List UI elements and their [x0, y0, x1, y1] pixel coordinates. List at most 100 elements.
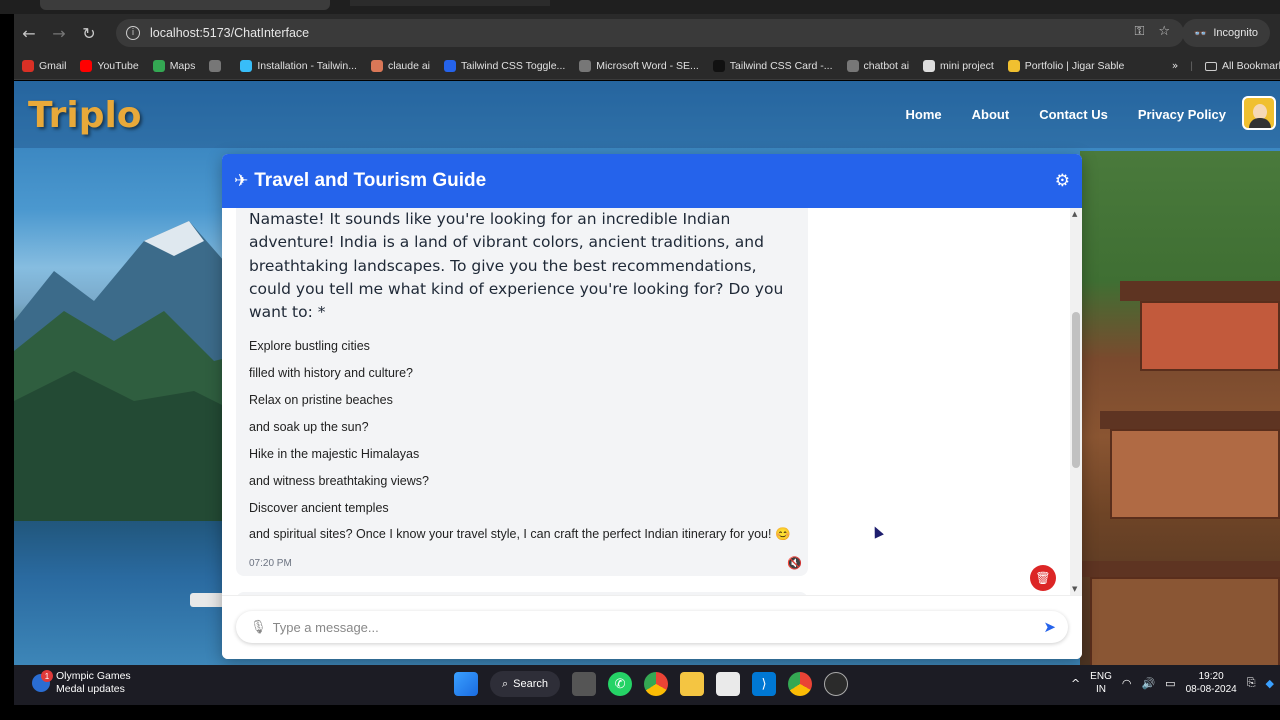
reload-icon[interactable]: ↻ — [74, 18, 104, 48]
chat-title: Travel and Tourism Guide — [254, 170, 487, 191]
volume-icon[interactable]: 🔊 — [1141, 677, 1155, 690]
background-tab[interactable] — [350, 0, 550, 6]
chat-scrollbar[interactable]: ▲ ▼ — [1070, 208, 1082, 595]
widgets-button[interactable]: 1 Olympic Games Medal updates — [32, 670, 131, 696]
message-line: and witness breathtaking views? — [249, 474, 429, 489]
microphone-icon[interactable]: 🎙 — [250, 620, 267, 635]
bookmark-item[interactable]: mini project — [923, 59, 994, 72]
bookmarks-bar: Gmail YouTube Maps Installation - Tailwin..… — [14, 52, 1280, 80]
mountain-scenery — [14, 221, 254, 521]
clock-time: 19:20 — [1198, 671, 1224, 682]
forward-icon[interactable]: → — [44, 18, 74, 48]
browser-toolbar: ← → ↻ i localhost:5173/ChatInterface ⚿ ☆… — [14, 14, 1280, 52]
tab-strip — [0, 0, 1280, 14]
page-icon — [923, 59, 936, 72]
url-text[interactable]: localhost:5173/ChatInterface — [150, 26, 309, 40]
nav-home[interactable]: Home — [906, 107, 942, 122]
youtube-icon — [80, 59, 93, 72]
portfolio-icon — [1007, 59, 1020, 72]
site-navbar: Triplo Home About Contact Us Privacy Pol… — [14, 81, 1280, 148]
bookmark-label: mini project — [940, 59, 994, 72]
address-bar[interactable]: i localhost:5173/ChatInterface ⚿ ☆ — [116, 19, 1184, 47]
star-icon[interactable]: ☆ — [1158, 24, 1170, 39]
chevron-up-icon[interactable]: ^ — [1071, 677, 1080, 690]
notifications-icon[interactable]: ⎘ — [1247, 676, 1256, 690]
bookmark-item[interactable]: Portfolio | Jigar Sable — [1007, 59, 1124, 72]
screen-bottom-edge — [0, 705, 1280, 720]
tailwind-icon — [240, 59, 253, 72]
folder-icon — [1205, 61, 1217, 71]
globe-icon — [209, 59, 222, 72]
claude-icon — [370, 59, 383, 72]
bookmark-label: Installation - Tailwin... — [257, 59, 357, 72]
scroll-down-icon[interactable]: ▼ — [1072, 585, 1077, 593]
bookmark-item[interactable]: YouTube — [80, 59, 139, 72]
bookmark-item[interactable]: Gmail — [22, 59, 66, 72]
incognito-indicator[interactable]: 👓 Incognito — [1181, 19, 1270, 47]
bookmark-label: chatbot ai — [863, 59, 910, 72]
message-line: and soak up the sun? — [249, 420, 369, 435]
bot-message: Namaste! It sounds like you're looking f… — [236, 208, 808, 576]
bookmark-item[interactable]: Tailwind CSS Card -... — [712, 59, 833, 72]
bookmark-item[interactable]: Tailwind CSS Toggle... — [444, 59, 566, 72]
nav-contact-us[interactable]: Contact Us — [1039, 107, 1108, 122]
clock-date: 08-08-2024 — [1185, 684, 1237, 695]
battery-icon[interactable]: ▭ — [1165, 677, 1175, 690]
scroll-up-icon[interactable]: ▲ — [1072, 210, 1077, 218]
bookmark-item[interactable]: claude ai — [370, 59, 431, 72]
clock[interactable]: 19:20 08-08-2024 — [1186, 670, 1237, 696]
olympics-icon: 1 — [32, 670, 53, 692]
trash-icon: 🗑 — [1035, 571, 1051, 585]
message-input-box: 🎙 ➤ — [236, 611, 1068, 643]
github-icon[interactable] — [824, 672, 849, 696]
widget-subtitle: Medal updates — [56, 683, 125, 695]
task-view-icon[interactable] — [572, 672, 597, 696]
windows-start-icon[interactable] — [454, 672, 478, 696]
bookmarks-overflow-icon[interactable]: » — [1172, 60, 1178, 72]
maps-icon — [152, 59, 165, 72]
bookmark-item[interactable]: Installation - Tailwin... — [240, 59, 357, 72]
chrome-incognito-icon[interactable] — [788, 672, 813, 696]
site-info-icon[interactable]: i — [126, 26, 140, 40]
bookmark-item[interactable]: Maps — [152, 59, 195, 72]
message-line: Explore bustling cities — [249, 339, 370, 354]
store-icon[interactable] — [716, 672, 741, 696]
send-icon[interactable]: ➤ — [1043, 618, 1056, 636]
bookmark-label: Microsoft Word - SE... — [596, 59, 699, 72]
taskbar-apps: ⌕ Search ✆ ⟩ — [454, 671, 849, 697]
whatsapp-icon[interactable]: ✆ — [608, 672, 633, 696]
nav-about[interactable]: About — [972, 107, 1010, 122]
chrome-icon[interactable] — [644, 672, 669, 696]
gear-icon[interactable]: ⚙ — [1055, 171, 1070, 191]
vscode-icon[interactable]: ⟩ — [752, 672, 777, 696]
taskbar-search[interactable]: ⌕ Search — [490, 671, 561, 697]
scrollbar-thumb[interactable] — [1072, 312, 1080, 468]
site-logo[interactable]: Triplo — [28, 95, 142, 136]
bookmark-item[interactable]: chatbot ai — [846, 59, 910, 72]
wifi-icon[interactable]: ◠ — [1122, 677, 1132, 690]
key-icon[interactable]: ⚿ — [1134, 24, 1144, 39]
file-explorer-icon[interactable] — [680, 672, 705, 696]
message-input[interactable] — [272, 619, 1013, 635]
chat-header: ✈ Travel and Tourism Guide ⚙ — [222, 154, 1082, 208]
widget-title: Olympic Games — [56, 670, 131, 682]
bookmark-label: Tailwind CSS Toggle... — [461, 59, 566, 72]
bookmark-label: claude ai — [387, 59, 431, 72]
delete-chat-button[interactable]: 🗑 — [1030, 565, 1056, 591]
village-scenery — [1080, 151, 1280, 665]
m-icon — [712, 59, 725, 72]
nav-privacy-policy[interactable]: Privacy Policy — [1138, 107, 1226, 122]
copilot-icon[interactable]: ◆ — [1266, 677, 1274, 690]
bookmark-item[interactable] — [209, 59, 226, 72]
all-bookmarks[interactable]: All Bookmarks — [1205, 60, 1280, 72]
bookmark-item[interactable]: Microsoft Word - SE... — [579, 59, 699, 72]
back-icon[interactable]: ← — [14, 18, 44, 48]
active-tab[interactable] — [40, 0, 330, 10]
speaker-mute-icon[interactable]: 🔇 — [787, 556, 802, 570]
bookmark-label: YouTube — [97, 59, 139, 72]
taskbar: 1 Olympic Games Medal updates ⌕ Search ✆… — [14, 665, 1280, 705]
language-indicator[interactable]: ENG IN — [1090, 670, 1112, 696]
message-line: Relax on pristine beaches — [249, 393, 393, 408]
incognito-icon: 👓 — [1193, 26, 1208, 40]
avatar[interactable] — [1242, 96, 1276, 130]
